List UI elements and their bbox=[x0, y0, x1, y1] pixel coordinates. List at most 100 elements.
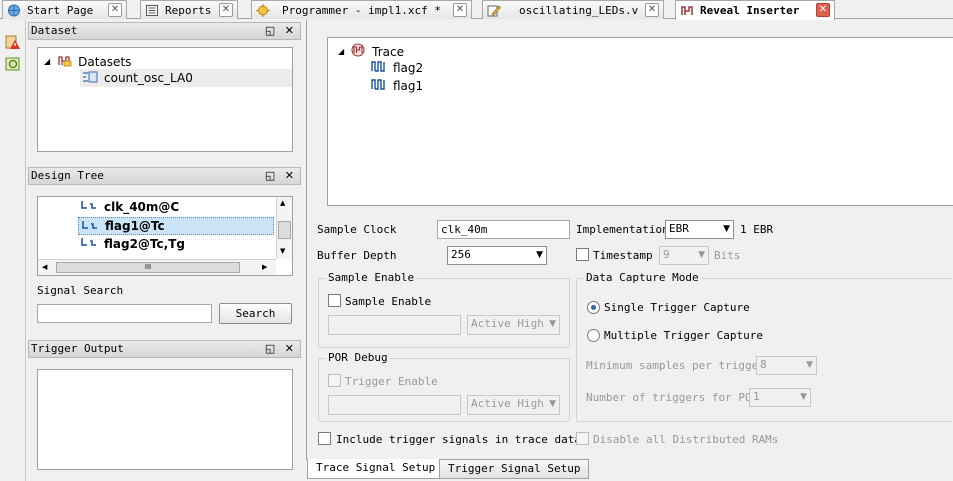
expand-arrow-icon[interactable]: ◢ bbox=[44, 57, 50, 66]
sample-enable-checkbox[interactable] bbox=[328, 294, 341, 307]
scroll-down-icon[interactable]: ▼ bbox=[280, 247, 285, 255]
close-icon[interactable]: ✕ bbox=[108, 3, 122, 17]
chevron-down-icon: ▼ bbox=[549, 399, 556, 409]
signal-icon bbox=[371, 60, 387, 75]
trace-signal-item[interactable]: flag2 bbox=[371, 60, 423, 75]
tab-label: Programmer - impl1.xcf * bbox=[282, 3, 441, 17]
signal-icon bbox=[80, 199, 98, 214]
tab-programmer[interactable]: Programmer - impl1.xcf * ✕ bbox=[251, 0, 472, 19]
dataset-icon bbox=[82, 70, 98, 87]
min-samples-select[interactable]: 8 ▼ bbox=[756, 356, 817, 375]
signal-search-input[interactable] bbox=[37, 304, 212, 323]
tree-item-signal[interactable]: flag2@Tc,Tg bbox=[80, 236, 185, 251]
tree-label: flag1 bbox=[393, 78, 424, 93]
timestamp-bits-select[interactable]: 9 ▼ bbox=[659, 246, 709, 265]
timestamp-checkbox[interactable] bbox=[576, 248, 589, 261]
scroll-up-icon[interactable]: ▲ bbox=[280, 199, 285, 207]
close-icon[interactable]: ✕ bbox=[816, 3, 830, 17]
scroll-thumb[interactable] bbox=[278, 221, 291, 239]
trace-signal-item[interactable]: flag1 bbox=[371, 78, 423, 93]
scroll-right-icon[interactable]: ▶ bbox=[262, 263, 267, 271]
trace-signal-tree: ◢ Trace flag2 flag1 bbox=[327, 37, 953, 206]
tree-item-trace[interactable]: ◢ Trace bbox=[338, 43, 404, 60]
tree-label: flag2@Tc,Tg bbox=[104, 236, 185, 251]
chevron-down-icon: ▼ bbox=[536, 250, 543, 260]
select-value: 8 bbox=[760, 358, 767, 371]
tree-item-datasets[interactable]: ◢ Datasets bbox=[44, 53, 131, 70]
tree-item-count-osc[interactable]: count_osc_LA0 bbox=[80, 69, 292, 87]
sample-clock-input[interactable]: clk_40m bbox=[437, 220, 570, 239]
radio-label: Multiple Trigger Capture bbox=[604, 329, 763, 342]
tab-trace-signal-setup[interactable]: Trace Signal Setup bbox=[307, 459, 445, 479]
tab-oscillating-leds[interactable]: oscillating_LEDs.v ✕ bbox=[482, 0, 664, 19]
design-tree-panel-header: Design Tree ◱ ✕ bbox=[28, 167, 301, 185]
panel-title: Trigger Output bbox=[31, 342, 124, 355]
expand-arrow-icon[interactable]: ◢ bbox=[338, 47, 344, 56]
signal-icon bbox=[371, 78, 387, 93]
datasets-icon bbox=[56, 53, 72, 70]
tab-trigger-signal-setup[interactable]: Trigger Signal Setup bbox=[439, 459, 590, 479]
group-title: Data Capture Mode bbox=[584, 271, 701, 284]
vertical-scrollbar[interactable]: ▲ ▼ bbox=[276, 197, 292, 259]
implementation-select[interactable]: EBR ▼ bbox=[665, 220, 734, 239]
include-trigger-signals-checkbox[interactable] bbox=[318, 432, 331, 445]
chevron-down-icon: ▼ bbox=[806, 360, 813, 370]
tab-reveal-inserter[interactable]: Reveal Inserter ✕ bbox=[675, 0, 835, 20]
chevron-down-icon: ▼ bbox=[698, 250, 705, 260]
checkbox-label: Include trigger signals in trace data bbox=[336, 433, 582, 446]
signal-search-label: Signal Search bbox=[37, 284, 124, 297]
report-check-icon[interactable] bbox=[5, 56, 21, 75]
single-trigger-radio[interactable] bbox=[587, 301, 600, 314]
dataset-panel-header: Dataset ◱ ✕ bbox=[28, 22, 301, 40]
num-triggers-select[interactable]: 1 ▼ bbox=[749, 388, 811, 407]
buffer-depth-select[interactable]: 256 ▼ bbox=[447, 246, 547, 265]
close-icon[interactable]: ✕ bbox=[645, 3, 659, 17]
implementation-label: Implementation bbox=[576, 223, 669, 236]
group-title: Sample Enable bbox=[326, 271, 417, 284]
por-signal-input[interactable] bbox=[328, 395, 461, 415]
chip-icon bbox=[256, 3, 270, 17]
num-triggers-label: Number of triggers for POR bbox=[586, 391, 759, 404]
tab-reports[interactable]: Reports ✕ bbox=[140, 0, 238, 19]
signal-icon bbox=[80, 236, 98, 251]
multiple-trigger-radio[interactable] bbox=[587, 329, 600, 342]
chevron-down-icon: ▼ bbox=[723, 224, 730, 234]
sample-enable-signal-input[interactable] bbox=[328, 315, 461, 335]
tab-label: Start Page bbox=[27, 3, 94, 17]
select-value: 1 bbox=[753, 390, 760, 403]
tab-label: Reveal Inserter bbox=[700, 4, 800, 17]
tree-label: count_osc_LA0 bbox=[104, 71, 193, 85]
checkbox-label: Disable all Distributed RAMs bbox=[593, 433, 779, 446]
reveal-icon bbox=[680, 4, 694, 17]
tree-item-signal[interactable]: clk_40m@C bbox=[80, 199, 179, 214]
disable-distributed-rams-checkbox[interactable] bbox=[576, 432, 589, 445]
sample-enable-polarity-select[interactable]: Active High ▼ bbox=[467, 315, 560, 335]
timestamp-label: Timestamp bbox=[593, 249, 653, 262]
select-value: EBR bbox=[669, 222, 689, 235]
buffer-depth-label: Buffer Depth bbox=[317, 249, 397, 262]
trace-icon bbox=[350, 43, 366, 60]
group-title: POR Debug bbox=[326, 351, 390, 364]
min-samples-label: Minimum samples per trigger bbox=[586, 359, 765, 372]
horizontal-scrollbar[interactable]: ◀ III ▶ bbox=[38, 259, 276, 275]
trigger-output-list[interactable] bbox=[37, 369, 293, 470]
tree-item-signal-selected[interactable]: flag1@Tc bbox=[78, 217, 274, 235]
search-button[interactable]: Search bbox=[219, 303, 292, 324]
panel-window-buttons[interactable]: ◱ ✕ bbox=[265, 23, 297, 39]
design-tree: clk_40m@C flag1@Tc flag2@Tc,Tg ▲ ▼ ◀ III… bbox=[37, 196, 293, 276]
panel-window-buttons[interactable]: ◱ ✕ bbox=[265, 341, 297, 357]
por-polarity-select[interactable]: Active High ▼ bbox=[467, 395, 560, 415]
close-icon[interactable]: ✕ bbox=[219, 3, 233, 17]
select-value: 256 bbox=[451, 248, 471, 261]
panel-title: Dataset bbox=[31, 24, 78, 37]
warning-icon[interactable] bbox=[5, 34, 21, 53]
scroll-thumb[interactable]: III bbox=[56, 262, 240, 273]
globe-icon bbox=[7, 4, 21, 17]
scroll-left-icon[interactable]: ◀ bbox=[42, 263, 47, 271]
trigger-enable-checkbox[interactable] bbox=[328, 374, 341, 387]
side-toolbar bbox=[0, 20, 26, 481]
close-icon[interactable]: ✕ bbox=[453, 3, 467, 17]
panel-window-buttons[interactable]: ◱ ✕ bbox=[265, 168, 297, 184]
tab-start-page[interactable]: Start Page ✕ bbox=[2, 0, 127, 19]
select-value: Active High bbox=[471, 397, 544, 410]
